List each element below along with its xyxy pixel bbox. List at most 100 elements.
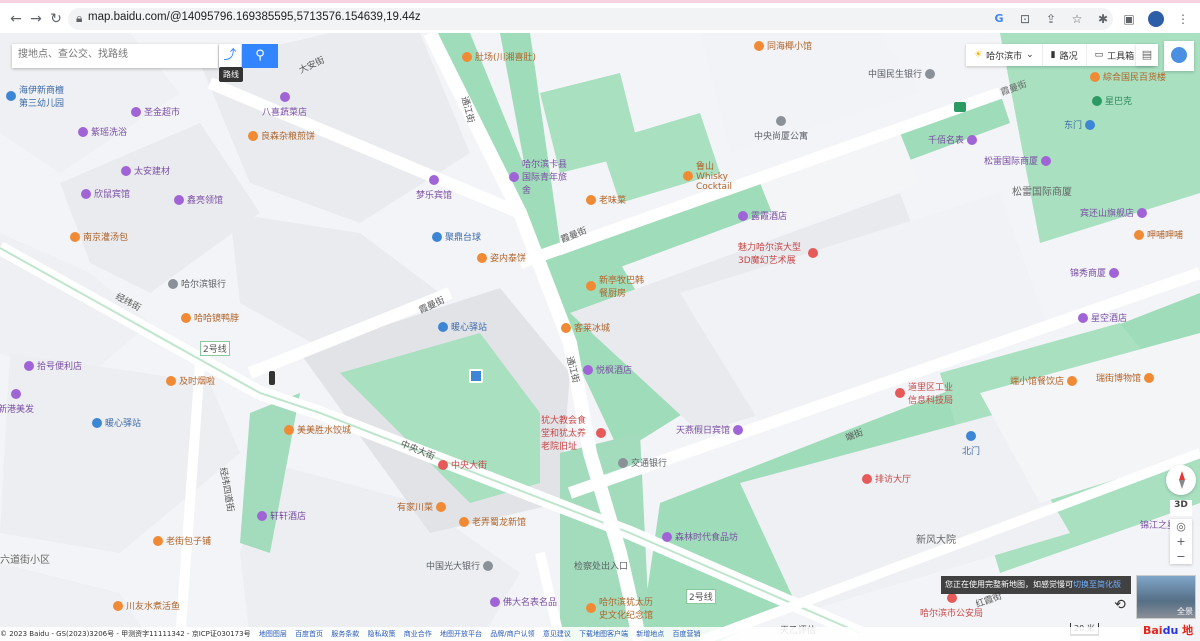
- poi-marker[interactable]: 端小馆餐饮店: [1010, 374, 1078, 387]
- share-icon[interactable]: ⇪: [1044, 12, 1058, 26]
- reload-icon[interactable]: ↻: [46, 9, 66, 29]
- panorama-thumbnail[interactable]: 全景: [1136, 575, 1196, 619]
- poi-marker[interactable]: 姿内泰饼: [477, 251, 526, 264]
- poi-marker[interactable]: 紫瑶洗浴: [78, 125, 127, 138]
- poi-marker[interactable]: 海伊新商檀第三幼儿园: [6, 83, 66, 109]
- address-bar[interactable]: 🔒︎ map.baidu.com/@14095796.169385595,571…: [68, 8, 1113, 30]
- zoom-in-button[interactable]: +: [1170, 534, 1192, 549]
- city-selector[interactable]: ☀ 哈尔滨市 ⌄: [966, 44, 1043, 66]
- zoom-out-button[interactable]: −: [1170, 549, 1192, 564]
- poi-marker[interactable]: 拾号便利店: [24, 359, 82, 372]
- poi-marker[interactable]: 南京灌汤包: [70, 230, 128, 243]
- poi-marker[interactable]: 聚鼎台球: [432, 230, 481, 243]
- landmark-marker[interactable]: [469, 369, 483, 383]
- poi-marker[interactable]: 露霞酒店: [738, 209, 787, 222]
- extensions-icon[interactable]: ✱: [1096, 12, 1110, 26]
- poi-marker[interactable]: 哈尔滨犹太历史文化纪念馆: [586, 595, 656, 621]
- footer-link[interactable]: 新增地点: [636, 630, 664, 638]
- poi-marker[interactable]: 美美胜水饺城: [284, 423, 351, 436]
- switch-simplified-link[interactable]: 切换至简化版: [1073, 580, 1121, 589]
- map-canvas[interactable]: 大安街 通江街 霞曼街 经纬街 经纬四道街 中央大街 霞曼街 通江街 端街 红霞…: [0, 33, 1200, 641]
- poi-marker[interactable]: 北门: [962, 431, 980, 457]
- poi-marker[interactable]: 哈尔滨银行: [168, 277, 226, 290]
- menu-icon[interactable]: ⋮: [1176, 12, 1190, 26]
- poi-marker[interactable]: 呷哺呷哺: [1134, 228, 1183, 241]
- user-button[interactable]: [1164, 41, 1194, 71]
- poi-marker[interactable]: 哈哈镜鸭脖: [181, 311, 239, 324]
- poi-marker[interactable]: 千佰名表: [928, 133, 978, 146]
- route-button[interactable]: ⤴: [219, 44, 241, 68]
- poi-marker[interactable]: 天燕假日宾馆: [676, 423, 744, 436]
- poi-marker[interactable]: 老街包子铺: [153, 534, 211, 547]
- poi-marker[interactable]: 新亭牧巴韩餐厨房: [586, 273, 646, 299]
- poi-marker[interactable]: 肚场(川湘喜肚): [462, 50, 536, 63]
- search-button[interactable]: ⚲: [242, 44, 278, 68]
- sidepanel-icon[interactable]: ▣: [1122, 12, 1136, 26]
- poi-marker[interactable]: 松雷国际商厦: [984, 154, 1052, 167]
- poi-marker[interactable]: 犹大教会食堂和犹太养老院旧址: [541, 413, 606, 452]
- poi-metro-station[interactable]: 中央大街: [438, 458, 487, 471]
- poi-marker[interactable]: 宾还山旗舰店: [1080, 206, 1148, 219]
- search-input[interactable]: [16, 48, 215, 61]
- footer-link[interactable]: 服务条款: [331, 630, 359, 638]
- poi-marker[interactable]: 排访大厅: [862, 472, 911, 485]
- poi-marker[interactable]: 圣金超市: [131, 105, 180, 118]
- footer-link[interactable]: 地图开放平台: [440, 630, 482, 638]
- poi-marker[interactable]: 八喜蔬菜店: [262, 92, 307, 118]
- poi-marker[interactable]: 星空酒店: [1078, 311, 1127, 324]
- google-icon[interactable]: G: [992, 12, 1006, 26]
- footer-link[interactable]: 意见建议: [543, 630, 571, 638]
- star-icon[interactable]: ☆: [1070, 12, 1084, 26]
- footer-link[interactable]: 隐私政策: [368, 630, 396, 638]
- poi-marker[interactable]: 东门: [1064, 118, 1096, 131]
- footer-link[interactable]: 百度首页: [295, 630, 323, 638]
- poi-marker[interactable]: 森林时代食品坊: [662, 530, 738, 543]
- poi-marker[interactable]: 哈尔滨卡县国际青年旅舍: [509, 157, 569, 196]
- poi-marker[interactable]: 鑫亮领馆: [174, 193, 223, 206]
- footer-link[interactable]: 地图图层: [259, 630, 287, 638]
- compass-control[interactable]: [1166, 465, 1196, 495]
- translate-icon[interactable]: ⊡: [1018, 12, 1032, 26]
- footer-link[interactable]: 品牌/商户认领: [490, 630, 534, 638]
- poi-marker[interactable]: 及时烟啦: [166, 374, 215, 387]
- poi-marker[interactable]: 魅力哈尔滨大型3D魔幻艺术展: [738, 240, 818, 266]
- poi-marker[interactable]: 检察处出入口: [574, 559, 628, 572]
- poi-marker[interactable]: 锦秀商厦: [1070, 266, 1120, 279]
- poi-marker[interactable]: 瑞街博物馆: [1096, 371, 1155, 384]
- poi-marker[interactable]: 老味菜: [586, 193, 626, 206]
- poi-marker[interactable]: 綜合国民百货楼: [1090, 70, 1166, 83]
- poi-marker[interactable]: 中国民生银行: [868, 67, 936, 80]
- poi-marker[interactable]: 中央尚厦公寓: [754, 116, 808, 142]
- bus-stop-icon[interactable]: [954, 102, 966, 112]
- poi-marker[interactable]: 鲁山Whisky Cocktail: [683, 159, 743, 192]
- poi-marker[interactable]: 客莱冰城: [561, 321, 610, 334]
- search-box[interactable]: [12, 44, 218, 68]
- poi-marker[interactable]: 梦乐宾馆: [416, 175, 452, 201]
- poi-marker[interactable]: 星巴克: [1092, 94, 1132, 107]
- poi-marker[interactable]: 同海椰小馆: [754, 39, 812, 52]
- poi-marker[interactable]: 暖心驿站: [92, 416, 141, 429]
- locate-icon[interactable]: ◎: [1170, 519, 1192, 534]
- poi-marker[interactable]: 良森杂粮煎饼: [248, 129, 315, 142]
- poi-marker[interactable]: 老弄蜀龙新馆: [459, 515, 526, 528]
- poi-marker[interactable]: 哈尔滨市公安局: [920, 593, 983, 619]
- poi-marker[interactable]: 轩轩酒店: [257, 509, 306, 522]
- profile-avatar[interactable]: [1148, 11, 1164, 27]
- footer-link[interactable]: 百度营销: [673, 630, 701, 638]
- poi-marker[interactable]: 佛大名表名品: [490, 595, 557, 608]
- 3d-toggle-button[interactable]: 3D: [1170, 500, 1192, 516]
- poi-marker[interactable]: 有家川菜: [397, 500, 447, 513]
- traffic-button[interactable]: ▮ 路况: [1043, 44, 1087, 66]
- poi-marker[interactable]: 太安建材: [121, 164, 170, 177]
- back-icon[interactable]: ←: [6, 9, 26, 29]
- footer-link[interactable]: 下载地图客户端: [579, 630, 628, 638]
- message-button[interactable]: ▤: [1136, 44, 1158, 66]
- poi-marker[interactable]: 暖心驿站: [438, 320, 487, 333]
- poi-marker[interactable]: 川友水煮活鱼: [113, 599, 180, 612]
- poi-marker[interactable]: 欣鼠宾馆: [81, 187, 130, 200]
- poi-marker[interactable]: 道里区工业信息科技局: [895, 380, 955, 406]
- poi-marker[interactable]: 交通银行: [618, 456, 667, 469]
- poi-marker[interactable]: 悦枫酒店: [583, 363, 632, 376]
- footer-link[interactable]: 商业合作: [404, 630, 432, 638]
- poi-marker[interactable]: 新港美发: [0, 389, 34, 415]
